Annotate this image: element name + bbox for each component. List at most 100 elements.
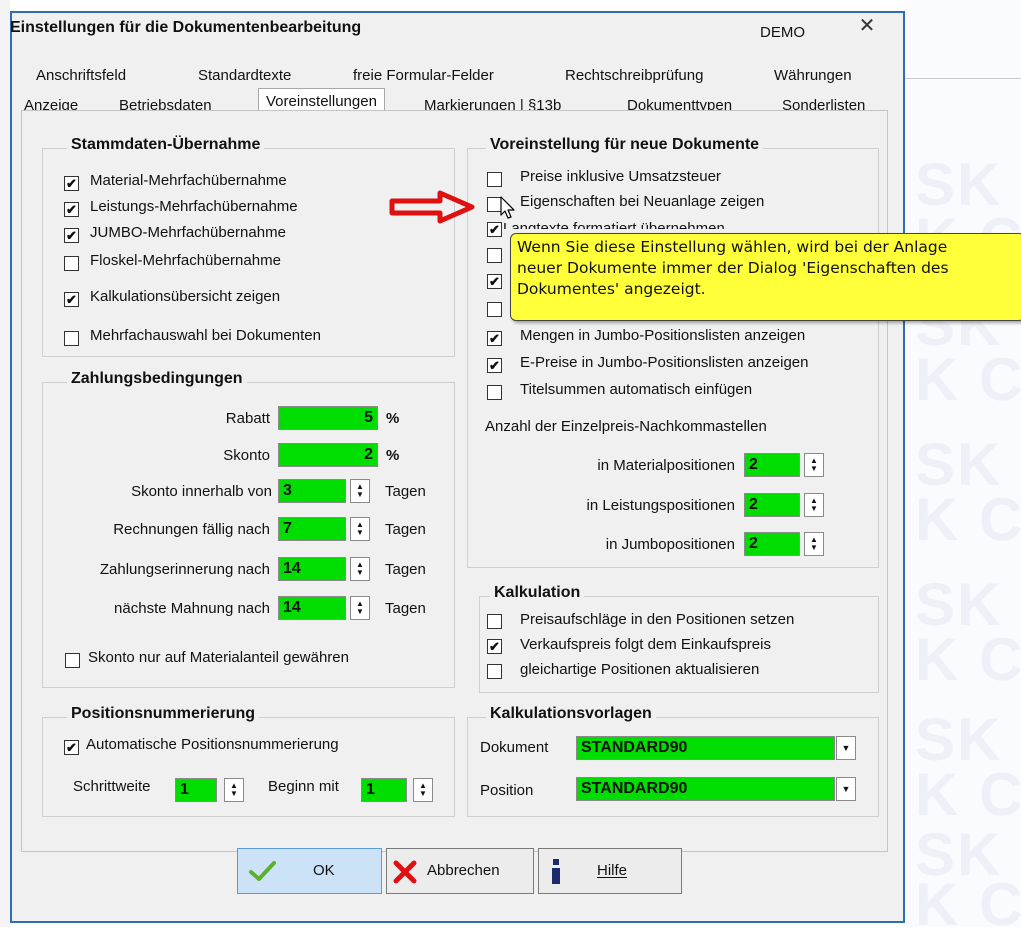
watermark-text: K CS — [915, 346, 1021, 413]
chevron-down-icon[interactable]: ▼ — [836, 777, 856, 801]
arrow-right-icon — [389, 190, 475, 224]
tab-freie-formular-felder[interactable]: freie Formular-Felder — [353, 67, 494, 84]
checkbox-label: Leistungs-Mehrfachübernahme — [90, 198, 298, 215]
schrittweite-label: Schrittweite — [73, 778, 151, 795]
help-label: Hilfe — [597, 862, 628, 879]
cancel-x-icon — [393, 860, 417, 884]
mouse-cursor-icon — [500, 196, 515, 219]
checkbox-label: Titelsummen automatisch einfügen — [520, 381, 753, 398]
checkbox-label: JUMBO-Mehrfachübernahme — [90, 224, 286, 241]
position-label: Position — [480, 782, 534, 799]
erinnerung-label: Zahlungserinnerung nach — [99, 561, 270, 578]
checkbox-label: Floskel-Mehrfachübernahme — [90, 252, 281, 269]
percent-unit: % — [386, 447, 400, 464]
group-title: Stammdaten-Übernahme — [67, 136, 265, 154]
checkbox-label: Material-Mehrfachübernahme — [90, 172, 287, 189]
checkbox[interactable] — [487, 385, 502, 400]
spinner-icon[interactable]: ▲ ▼ — [413, 778, 433, 802]
dokument-vorlage-select[interactable]: STANDARD90 — [576, 736, 835, 760]
checkbox[interactable] — [487, 248, 502, 263]
spinner-icon[interactable]: ▲ ▼ — [804, 532, 824, 556]
checkbox[interactable]: ✔ — [487, 358, 502, 373]
info-icon — [552, 859, 560, 884]
unit-label: Tagen — [385, 483, 426, 500]
checkbox-label: Mehrfachauswahl bei Dokumenten — [90, 327, 321, 344]
watermark-text: K CS — [915, 871, 1021, 938]
checkbox[interactable] — [487, 172, 502, 187]
left-edge — [0, 0, 10, 927]
checkbox[interactable]: ✔ — [487, 639, 502, 654]
beginn-label: Beginn mit — [268, 778, 339, 795]
mahnung-label: nächste Mahnung nach — [114, 600, 270, 617]
skonto-input[interactable]: 2 — [278, 443, 378, 467]
background-separator — [905, 78, 1021, 79]
unit-label: Tagen — [385, 561, 426, 578]
spinner-icon[interactable]: ▲ ▼ — [804, 453, 824, 477]
spinner-icon[interactable]: ▲ ▼ — [350, 557, 370, 581]
rabatt-input[interactable]: 5 — [278, 406, 378, 430]
leistung-stellen-input[interactable]: 2 — [744, 493, 800, 517]
group-title: Kalkulationsvorlagen — [486, 705, 656, 723]
checkbox-label: Skonto nur auf Materialanteil gewähren — [88, 649, 349, 666]
tab-waehrungen[interactable]: Währungen — [774, 67, 852, 84]
spinner-icon[interactable]: ▲ ▼ — [350, 479, 370, 503]
checkbox-label: Eigenschaften bei Neuanlage zeigen — [520, 193, 765, 210]
spinner-icon[interactable]: ▲ ▼ — [224, 778, 244, 802]
check-icon — [249, 861, 276, 881]
erinnerung-input[interactable]: 14 — [278, 557, 346, 581]
skonto-label: Skonto — [223, 447, 270, 464]
checkbox[interactable] — [487, 664, 502, 679]
watermark-text: K CS — [915, 486, 1021, 553]
checkbox[interactable] — [487, 302, 502, 317]
checkbox[interactable] — [65, 653, 80, 668]
checkbox[interactable]: ✔ — [64, 292, 79, 307]
mahnung-input[interactable]: 14 — [278, 596, 346, 620]
watermark-text: K CS — [915, 626, 1021, 693]
schrittweite-input[interactable]: 1 — [175, 778, 217, 802]
group-title: Zahlungsbedingungen — [67, 370, 247, 388]
material-stellen-label: in Materialpositionen — [597, 457, 735, 474]
tab-anschriftsfeld[interactable]: Anschriftsfeld — [36, 67, 126, 84]
group-positionsnummerierung — [42, 717, 455, 817]
dialog-title: Einstellungen für die Dokumentenbearbeit… — [10, 19, 362, 36]
checkbox-label: Verkaufspreis folgt dem Einkaufspreis — [520, 636, 771, 653]
checkbox-label: gleichartige Positionen aktualisieren — [520, 661, 760, 678]
watermark-text: K CS — [915, 761, 1021, 828]
spinner-icon[interactable]: ▲ ▼ — [350, 596, 370, 620]
tab-rechtschreibpruefung[interactable]: Rechtschreibprüfung — [565, 67, 703, 84]
checkbox[interactable] — [64, 256, 79, 271]
checkbox[interactable] — [64, 331, 79, 346]
nachkomma-heading: Anzahl der Einzelpreis-Nachkommastellen — [485, 418, 767, 435]
tooltip-text: neuer Dokumente immer der Dialog 'Eigens… — [517, 259, 949, 277]
tooltip-text: Wenn Sie diese Einstellung wählen, wird … — [517, 238, 948, 256]
beginn-input[interactable]: 1 — [361, 778, 407, 802]
ok-button[interactable]: OK — [237, 848, 382, 894]
faellig-label: Rechnungen fällig nach — [113, 521, 270, 538]
help-button[interactable]: Hilfe — [538, 848, 682, 894]
checkbox-label: Preise inklusive Umsatzsteuer — [520, 168, 721, 185]
checkbox[interactable]: ✔ — [487, 222, 502, 237]
checkbox-label: E-Preise in Jumbo-Positionslisten anzeig… — [520, 354, 809, 371]
checkbox[interactable] — [487, 614, 502, 629]
jumbo-stellen-input[interactable]: 2 — [744, 532, 800, 556]
skonto-tage-input[interactable]: 3 — [278, 479, 346, 503]
chevron-down-icon[interactable]: ▼ — [836, 736, 856, 760]
checkbox[interactable]: ✔ — [64, 202, 79, 217]
jumbo-stellen-label: in Jumbopositionen — [605, 536, 735, 553]
checkbox[interactable]: ✔ — [64, 176, 79, 191]
rabatt-label: Rabatt — [225, 410, 270, 427]
checkbox[interactable]: ✔ — [487, 331, 502, 346]
dokument-label: Dokument — [480, 739, 549, 756]
faellig-input[interactable]: 7 — [278, 517, 346, 541]
skonto-tage-label: Skonto innerhalb von — [131, 483, 272, 500]
checkbox[interactable]: ✔ — [64, 740, 79, 755]
close-icon[interactable]: ✕ — [855, 14, 879, 38]
position-vorlage-select[interactable]: STANDARD90 — [576, 777, 835, 801]
material-stellen-input[interactable]: 2 — [744, 453, 800, 477]
checkbox[interactable]: ✔ — [487, 274, 502, 289]
checkbox[interactable]: ✔ — [64, 228, 79, 243]
cancel-button[interactable]: Abbrechen — [386, 848, 534, 894]
tab-standardtexte[interactable]: Standardtexte — [198, 67, 291, 84]
spinner-icon[interactable]: ▲ ▼ — [350, 517, 370, 541]
spinner-icon[interactable]: ▲ ▼ — [804, 493, 824, 517]
